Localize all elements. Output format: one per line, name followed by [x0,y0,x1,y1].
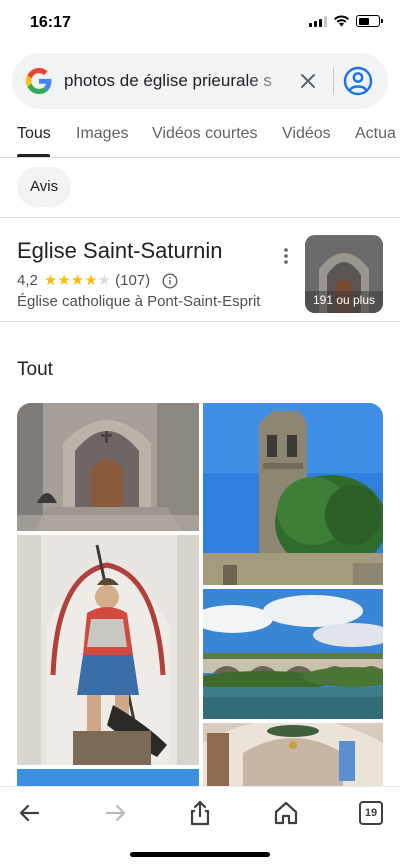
tab-videos-courtes[interactable]: Vidéos courtes [152,125,258,143]
status-icons [309,15,383,27]
church-interior-photo-icon [203,723,383,786]
star-icon: ★ [70,272,85,289]
rating-row: 4,2 ★ ★ ★ ★ ★ (107) [17,272,178,289]
rating-stars: ★ ★ ★ ★ ★ [44,273,111,288]
image-bell-tower[interactable] [203,403,383,585]
search-input[interactable]: photos de église prieurale s [64,71,294,91]
tab-images[interactable]: Images [76,125,128,143]
search-bar[interactable]: photos de église prieurale s [12,53,388,109]
google-logo-icon [26,68,52,94]
place-photos-thumbnail[interactable]: 191 ou plus [305,235,383,313]
status-time: 16:17 [30,14,71,31]
star-icon: ★ [97,272,112,289]
section-title: Tout [17,359,53,380]
more-options-icon[interactable] [278,245,294,267]
tab-tous[interactable]: Tous [17,125,51,143]
tabs-switcher-button[interactable]: 19 [357,799,385,827]
photo-count: 191 ou plus [312,293,376,307]
star-icon: ★ [84,272,98,289]
church-portal-photo-icon [17,403,199,531]
home-indicator [130,852,270,857]
sky-photo-icon [17,769,199,786]
info-icon[interactable] [162,272,178,289]
image-church-portal[interactable] [17,403,199,531]
review-count[interactable]: (107) [115,272,150,289]
divider [0,217,400,218]
search-tabs: Tous Images Vidéos courtes Vidéos Actua [0,110,400,158]
cellular-signal-icon [309,15,327,27]
tab-videos[interactable]: Vidéos [282,125,331,143]
image-grid [17,403,383,786]
star-icon: ★ [43,272,58,289]
image-river-bridge[interactable] [203,589,383,719]
image-sky[interactable] [17,769,199,786]
image-saint-statue[interactable] [17,535,199,765]
search-divider [333,67,334,95]
river-bridge-photo-icon [203,589,383,719]
tab-actualites[interactable]: Actua [355,125,396,143]
image-church-interior[interactable] [203,723,383,786]
status-bar: 16:17 [0,0,400,46]
chip-avis[interactable]: Avis [17,167,72,207]
tabs-icon: 19 [359,801,383,825]
tab-count: 19 [364,807,378,819]
clear-search-icon[interactable] [296,69,320,93]
saint-statue-photo-icon [17,535,199,765]
forward-icon[interactable] [101,799,129,827]
active-tab-indicator [17,154,50,157]
battery-icon [356,15,383,27]
back-icon[interactable] [16,799,44,827]
share-icon[interactable] [186,799,214,827]
account-icon[interactable] [343,66,373,96]
place-category: Église catholique à Pont-Saint-Esprit [17,293,261,310]
wifi-icon [334,15,349,27]
place-title[interactable]: Eglise Saint-Saturnin [17,238,222,264]
star-icon: ★ [57,272,71,289]
home-icon[interactable] [272,799,300,827]
bell-tower-photo-icon [203,403,383,585]
rating-value: 4,2 [17,272,38,289]
divider [0,321,400,322]
